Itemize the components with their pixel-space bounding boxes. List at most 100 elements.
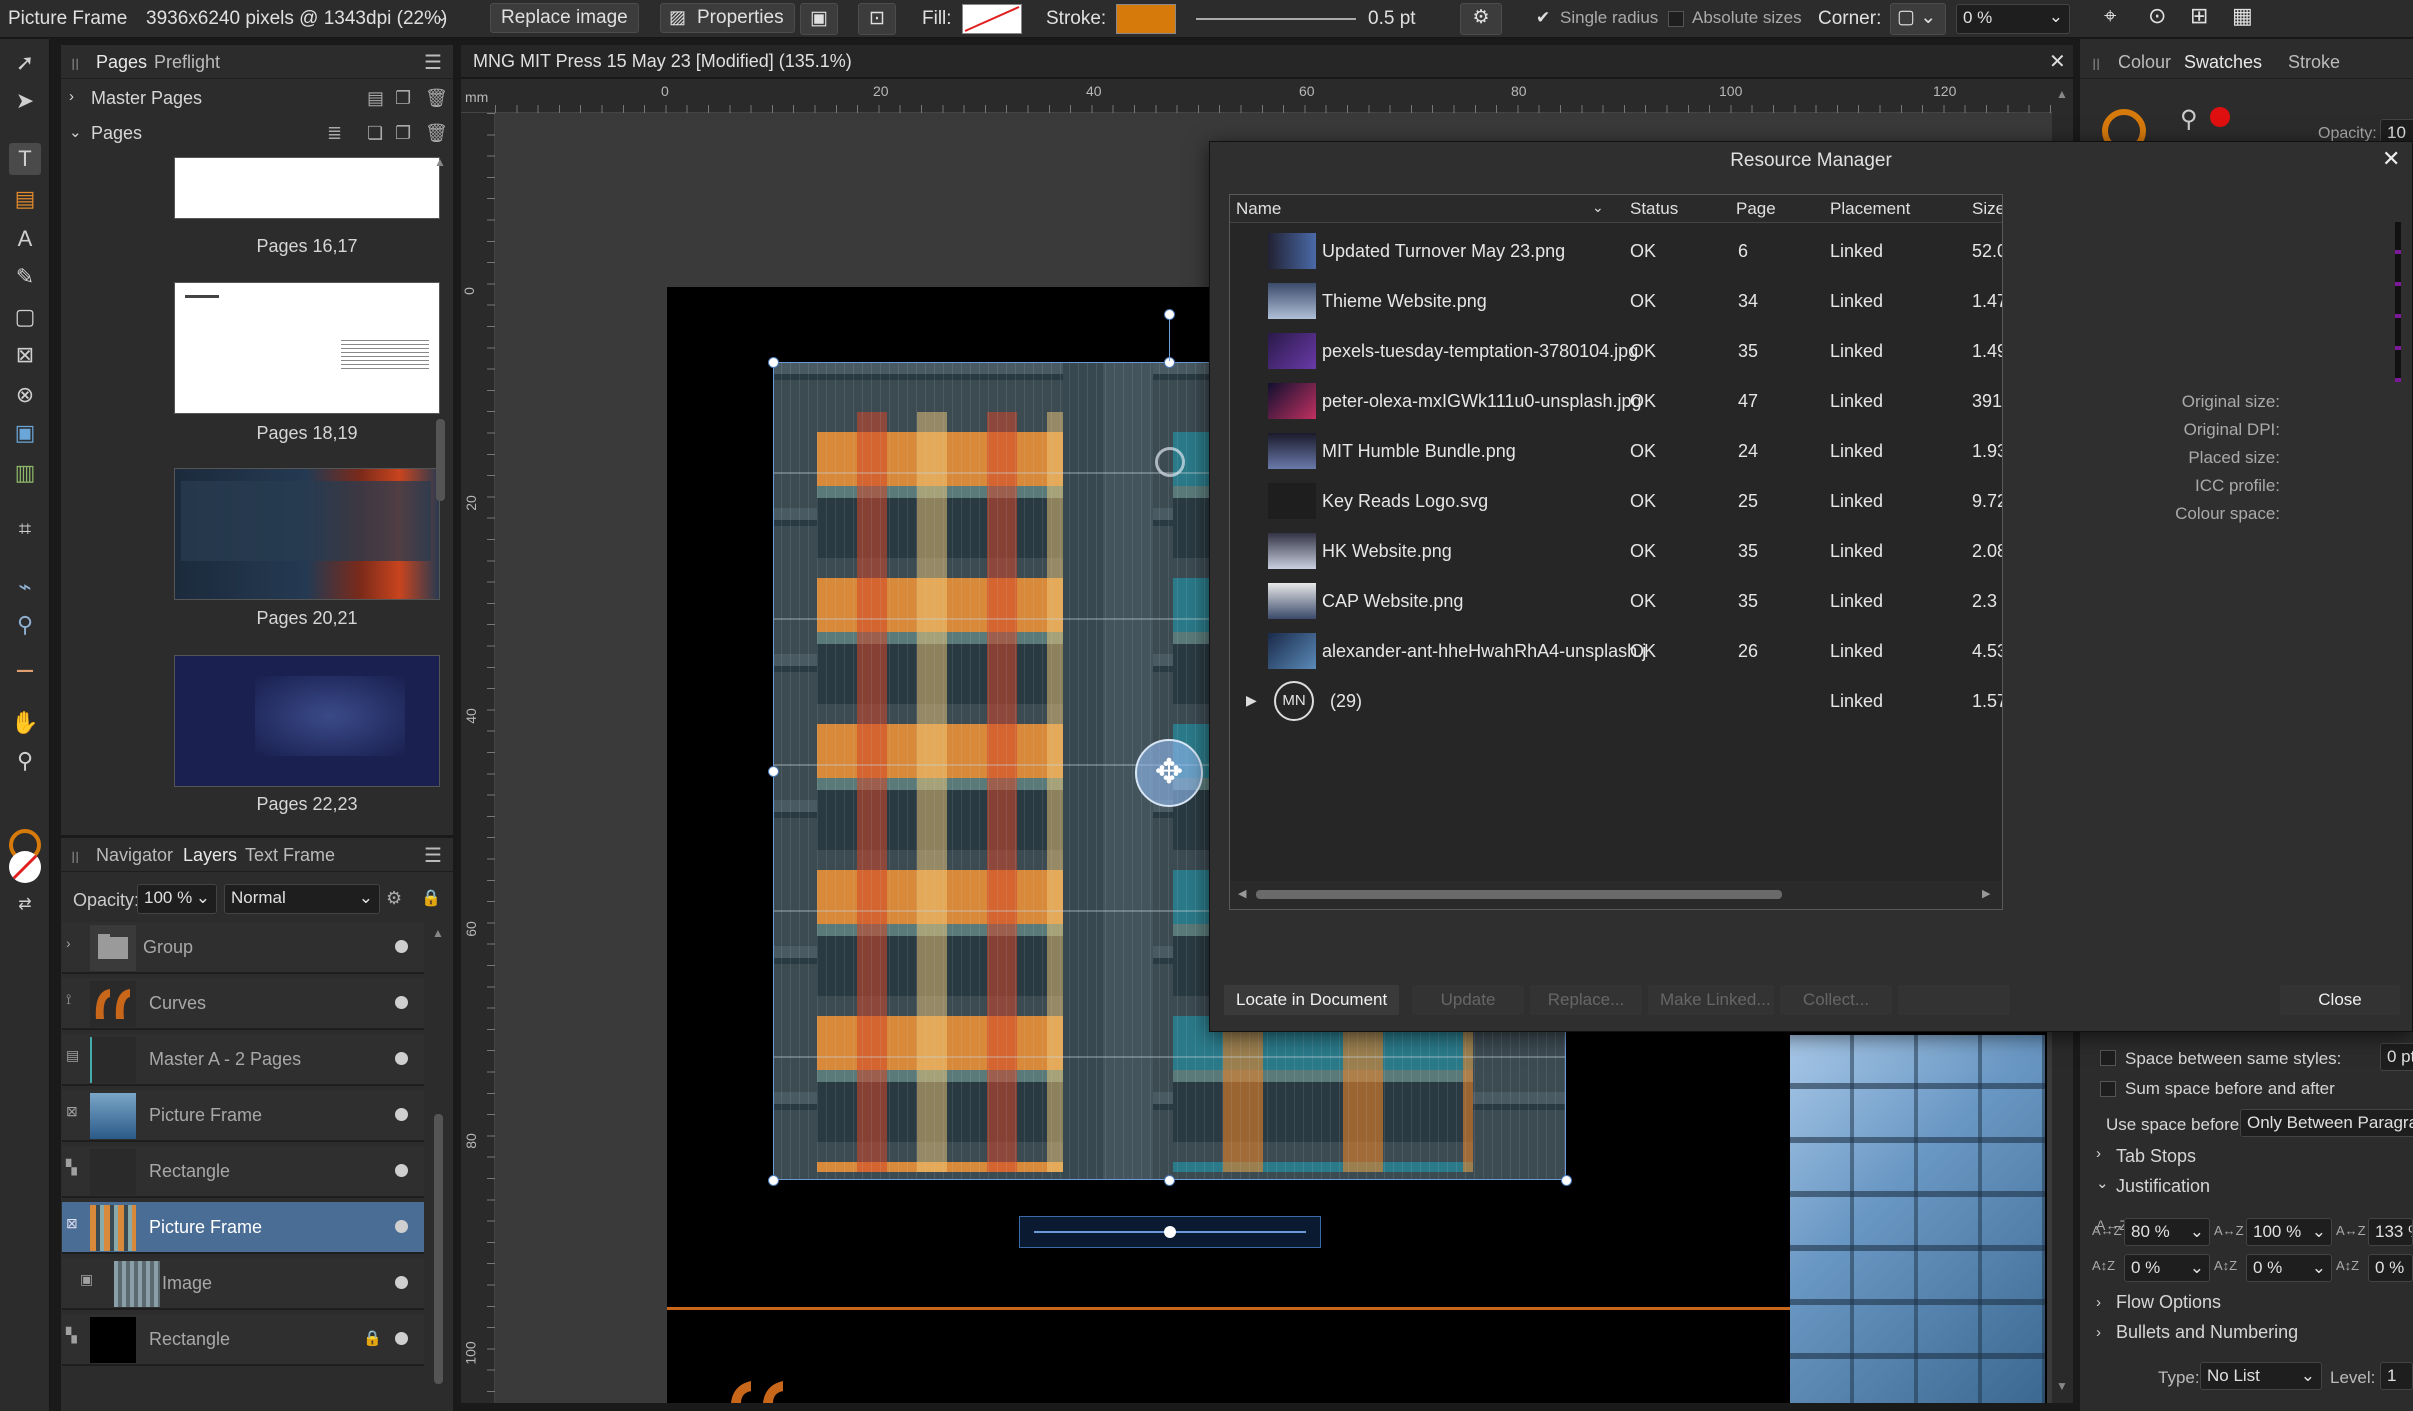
master-pages-row[interactable]: › Master Pages ▤ ❐ 🗑 [61, 88, 453, 118]
snap-icon[interactable]: ⌖ [2104, 3, 2116, 29]
layer-opacity-input[interactable]: 100 % ⌄ [137, 884, 217, 914]
page-add-icon[interactable]: ❏ [367, 123, 383, 144]
fit-icon[interactable]: ⊡ [858, 3, 896, 35]
table-row[interactable]: Thieme Website.png OK 34 Linked 1.47 [1230, 277, 2002, 327]
justify-min-input[interactable]: 80 % ⌄ [2124, 1218, 2210, 1246]
space-same-checkbox[interactable] [2100, 1050, 2116, 1066]
justify-desired-input[interactable]: 100 % ⌄ [2246, 1218, 2332, 1246]
panel-grip-icon[interactable]: ॥ [2090, 52, 2101, 76]
gear-icon[interactable]: ⚙ [386, 888, 402, 909]
space-same-input[interactable]: 0 pt [2380, 1043, 2413, 1071]
place-image-tool-icon[interactable]: ▣ [9, 417, 41, 449]
letter-max-input[interactable]: 0 % [2368, 1254, 2413, 1282]
table-row[interactable]: Key Reads Logo.svg OK 25 Linked 9.72 [1230, 477, 2002, 527]
panel-grip-icon[interactable]: ॥ [69, 845, 80, 869]
close-icon[interactable]: ✕ [2382, 146, 2400, 172]
letter-min-input[interactable]: 0 % ⌄ [2124, 1254, 2210, 1282]
table-layout-tool-icon[interactable]: ▥ [9, 457, 41, 489]
flow-options-section[interactable]: Flow Options [2116, 1292, 2221, 1313]
color-picker-icon[interactable]: ⚲ [2180, 105, 2198, 134]
transparency-tool-icon[interactable]: ⚲ [9, 609, 41, 641]
page-thumbnail[interactable] [174, 282, 440, 414]
chevron-down-icon[interactable]: ⌄ [436, 8, 448, 25]
ruler-vertical[interactable]: 0 20 40 60 80 100 [461, 113, 495, 1403]
column-page[interactable]: Page [1736, 199, 1776, 219]
chevron-down-icon[interactable]: ⌄ [2096, 1174, 2109, 1192]
locate-in-document-button[interactable]: Locate in Document [1224, 985, 1400, 1015]
letter-desired-input[interactable]: 0 % ⌄ [2246, 1254, 2332, 1282]
chevron-right-icon[interactable]: › [2096, 1294, 2101, 1311]
close-button[interactable]: Close [2280, 985, 2400, 1015]
tab-colour[interactable]: Colour [2118, 52, 2171, 73]
tab-preflight[interactable]: Preflight [154, 52, 220, 73]
visibility-icon[interactable] [395, 1332, 408, 1345]
horizontal-scrollbar[interactable]: ◀ ▶ [1230, 881, 2002, 909]
image-scale-slider[interactable] [1019, 1216, 1321, 1248]
transform-icon[interactable]: ⊞ [2190, 3, 2208, 29]
replace-button[interactable]: Replace... [1530, 985, 1642, 1015]
chevron-down-icon[interactable]: ⌄ [69, 123, 82, 141]
menu-icon[interactable]: ☰ [424, 843, 442, 868]
bullets-section[interactable]: Bullets and Numbering [2116, 1322, 2298, 1343]
table-tool-icon[interactable]: ▤ [9, 183, 41, 215]
close-icon[interactable]: ✕ [2049, 49, 2066, 74]
page-duplicate-icon[interactable]: ❐ [395, 88, 411, 109]
tab-text-frame[interactable]: Text Frame [245, 845, 335, 866]
visibility-icon[interactable] [395, 940, 408, 953]
menu-icon[interactable]: ☰ [424, 50, 442, 75]
page-thumbnail[interactable] [174, 468, 440, 600]
crop-tool-icon[interactable]: ⌗ [9, 513, 41, 545]
picture-frame-photo[interactable] [1790, 1035, 2045, 1403]
tab-layers[interactable]: Layers [183, 845, 237, 866]
artistic-text-tool-icon[interactable]: A [9, 223, 41, 255]
ruler-horizontal[interactable]: mm 0 20 40 60 80 100 120 [461, 79, 2073, 113]
absolute-sizes-checkbox[interactable] [1668, 11, 1684, 27]
corner-type-dropdown[interactable]: ▢ ⌄ [1890, 3, 1946, 35]
delete-icon[interactable]: 🗑 [425, 123, 448, 144]
tab-pages[interactable]: Pages [96, 52, 147, 73]
layer-row[interactable]: ⟟ Curves [62, 978, 424, 1030]
stroke-width-value[interactable]: 0.5 pt [1368, 8, 1416, 30]
page-add-icon[interactable]: ▤ [367, 88, 384, 109]
chevron-right-icon[interactable]: › [69, 88, 74, 105]
table-row[interactable]: HK Website.png OK 35 Linked 2.08 [1230, 527, 2002, 577]
page-spread-icon[interactable]: ≣ [327, 123, 342, 144]
table-row[interactable]: ▶ MN (29) Linked 1.57 [1230, 677, 2002, 727]
view-icon[interactable]: ⊙ [2148, 3, 2166, 29]
visibility-icon[interactable] [395, 1108, 408, 1121]
chevron-down-icon[interactable]: ⌄ [1592, 199, 1604, 216]
panel-grip-icon[interactable]: ॥ [69, 52, 80, 76]
swap-colors-icon[interactable]: ⇄ [9, 889, 41, 921]
pages-scrollbar[interactable]: ▲ ▼ [431, 155, 451, 867]
replace-image-button[interactable]: Replace image [490, 3, 639, 33]
zoom-tool-icon[interactable]: ⚲ [9, 745, 41, 777]
sum-space-checkbox[interactable] [2100, 1081, 2116, 1097]
layer-row-selected[interactable]: ⊠ Picture Frame [62, 1202, 424, 1254]
corner-value-input[interactable]: 0 % ⌄ [1956, 4, 2070, 34]
rectangle-tool-icon[interactable]: ▢ [9, 301, 41, 333]
layer-row[interactable]: ▚ Rectangle 🔒 [62, 1314, 424, 1366]
layer-row[interactable]: ▣ Image [62, 1258, 424, 1310]
grid-icon[interactable]: ▦ [2232, 3, 2253, 29]
chevron-right-icon[interactable]: › [2096, 1324, 2101, 1341]
tab-navigator[interactable]: Navigator [96, 845, 173, 866]
single-radius-checkbox[interactable]: ✔ [1536, 8, 1550, 28]
expand-icon[interactable]: ▶ [1246, 692, 1257, 709]
lock-icon[interactable]: 🔒 [421, 888, 441, 908]
color-picker-icon[interactable]: ⚊ [9, 649, 41, 681]
resize-handle[interactable] [768, 357, 779, 368]
level-input[interactable]: 1 [2380, 1362, 2413, 1390]
update-button[interactable]: Update [1412, 985, 1524, 1015]
delete-icon[interactable]: 🗑 [425, 88, 448, 109]
picture-frame-tool-icon[interactable]: ⊠ [9, 339, 41, 371]
fill-tool-icon[interactable]: ⌁ [9, 571, 41, 603]
hand-tool-icon[interactable]: ✋ [9, 707, 41, 739]
resize-handle[interactable] [1164, 1175, 1175, 1186]
layer-row[interactable]: ▚ Rectangle [62, 1146, 424, 1198]
table-row[interactable]: peter-olexa-mxIGWk111u0-unsplash.jpg OK 47… [1230, 377, 2002, 427]
frame-text-tool-icon[interactable]: T [9, 143, 41, 175]
chevron-right-icon[interactable]: › [66, 935, 71, 951]
visibility-icon[interactable] [395, 1276, 408, 1289]
resize-handle[interactable] [768, 766, 779, 777]
justification-section[interactable]: Justification [2116, 1176, 2210, 1197]
